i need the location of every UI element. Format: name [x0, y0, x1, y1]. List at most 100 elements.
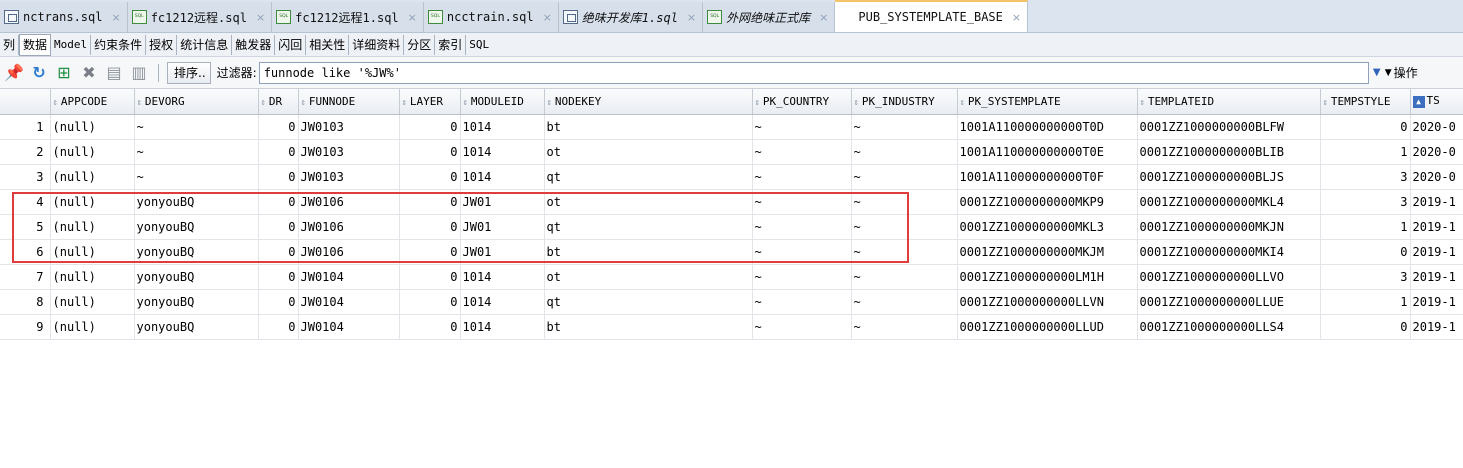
table-cell[interactable]: 0	[399, 189, 461, 215]
table-cell[interactable]: (null)	[50, 139, 135, 165]
table-row[interactable]: 5 (null) yonyouBQ 0 JW0106 0 JW01 qt ~ ~0001ZZ100…	[0, 214, 1463, 240]
table-cell[interactable]: yonyouBQ	[134, 239, 259, 265]
editor-tab[interactable]: PUB_SYSTEMPLATE_BASE ×	[835, 0, 1029, 32]
table-cell[interactable]: ~	[752, 214, 852, 240]
editor-tab[interactable]: fc1212远程1.sql ×	[272, 2, 424, 32]
column-header[interactable]: ⇕ APPCODE	[50, 89, 135, 115]
subtab[interactable]: SQL	[466, 35, 492, 55]
table-cell[interactable]: JW0104	[298, 314, 400, 340]
table-cell[interactable]: 0001ZZ1000000000BLFW	[1137, 114, 1321, 140]
sort-toggle-icon[interactable]: ⇕	[463, 98, 468, 108]
table-cell[interactable]: ~	[851, 139, 958, 165]
column-header[interactable]: ⇕ DEVORG	[134, 89, 259, 115]
table-cell[interactable]: qt	[544, 289, 753, 315]
column-header[interactable]: ⇕ PK_COUNTRY	[752, 89, 852, 115]
table-cell[interactable]: ~	[752, 314, 852, 340]
table-cell[interactable]: JW0103	[298, 114, 400, 140]
subtab[interactable]: 分区	[404, 34, 436, 55]
table-cell[interactable]: 0	[399, 214, 461, 240]
table-cell[interactable]: ~	[851, 289, 958, 315]
table-cell[interactable]: ot	[544, 189, 753, 215]
table-cell[interactable]: 2019-1	[1410, 289, 1463, 315]
table-cell[interactable]: 1014	[460, 314, 545, 340]
table-cell[interactable]: ~	[752, 189, 852, 215]
table-cell[interactable]: ~	[134, 164, 259, 190]
table-cell[interactable]: 0001ZZ1000000000MKI4	[1137, 239, 1321, 265]
table-cell[interactable]: 1001A110000000000T0F	[957, 164, 1138, 190]
table-cell[interactable]: JW0103	[298, 139, 400, 165]
sort-toggle-icon[interactable]: ⇕	[755, 98, 760, 108]
table-cell[interactable]: 0	[258, 214, 299, 240]
sort-toggle-icon[interactable]: ⇕	[854, 98, 859, 108]
table-cell[interactable]: 0001ZZ1000000000MKJM	[957, 239, 1138, 265]
table-row[interactable]: 9 (null) yonyouBQ 0 JW0104 0 1014 bt ~ ~0001ZZ100…	[0, 314, 1463, 340]
table-cell[interactable]: yonyouBQ	[134, 189, 259, 215]
table-cell[interactable]: 0	[258, 139, 299, 165]
commit-icon[interactable]: ▤	[103, 62, 125, 84]
table-cell[interactable]: ~	[752, 139, 852, 165]
table-cell[interactable]: (null)	[50, 164, 135, 190]
table-cell[interactable]: ~	[752, 289, 852, 315]
table-cell[interactable]: 1001A110000000000T0D	[957, 114, 1138, 140]
table-cell[interactable]: 1014	[460, 264, 545, 290]
table-cell[interactable]: 1014	[460, 164, 545, 190]
table-cell[interactable]: (null)	[50, 314, 135, 340]
table-cell[interactable]: ~	[851, 239, 958, 265]
table-cell[interactable]: ~	[851, 164, 958, 190]
table-cell[interactable]: 0001ZZ1000000000BLIB	[1137, 139, 1321, 165]
table-cell[interactable]: ~	[134, 114, 259, 140]
table-cell[interactable]: 0	[258, 114, 299, 140]
column-header[interactable]: ⇕ LAYER	[399, 89, 461, 115]
close-icon[interactable]: ×	[256, 11, 265, 24]
table-cell[interactable]: yonyouBQ	[134, 314, 259, 340]
table-row[interactable]: 8 (null) yonyouBQ 0 JW0104 0 1014 qt ~ ~0001ZZ100…	[0, 289, 1463, 315]
table-cell[interactable]: ~	[851, 314, 958, 340]
column-header[interactable]: ⇕ TEMPSTYLE	[1320, 89, 1411, 115]
column-header[interactable]: ⇕ NODEKEY	[544, 89, 753, 115]
table-cell[interactable]: 0	[258, 239, 299, 265]
table-cell[interactable]: 0001ZZ1000000000BLJS	[1137, 164, 1321, 190]
subtab[interactable]: 相关性	[306, 34, 350, 55]
close-icon[interactable]: ×	[543, 11, 552, 24]
table-cell[interactable]: 0	[258, 164, 299, 190]
table-cell[interactable]: 0	[258, 189, 299, 215]
table-cell[interactable]: 0	[1320, 314, 1411, 340]
table-cell[interactable]: ot	[544, 139, 753, 165]
table-cell[interactable]: JW01	[460, 214, 545, 240]
table-cell[interactable]: 1014	[460, 114, 545, 140]
subtab[interactable]: 数据	[19, 33, 52, 56]
sort-toggle-icon[interactable]: ⇕	[1140, 98, 1145, 108]
table-cell[interactable]: 1014	[460, 289, 545, 315]
table-cell[interactable]: (null)	[50, 114, 135, 140]
table-cell[interactable]: 3	[1320, 189, 1411, 215]
table-cell[interactable]: 1014	[460, 139, 545, 165]
table-cell[interactable]: 2019-1	[1410, 239, 1463, 265]
table-cell[interactable]: ~	[752, 164, 852, 190]
table-cell[interactable]: JW0104	[298, 264, 400, 290]
sort-toggle-icon[interactable]: ⇕	[547, 98, 552, 108]
editor-tab[interactable]: nctrans.sql ×	[0, 2, 128, 32]
table-cell[interactable]: 3	[1320, 264, 1411, 290]
table-cell[interactable]: 1	[1320, 289, 1411, 315]
table-cell[interactable]: 0	[258, 264, 299, 290]
table-cell[interactable]: (null)	[50, 214, 135, 240]
editor-tab[interactable]: ncctrain.sql ×	[423, 2, 559, 32]
sort-toggle-icon[interactable]: ⇕	[402, 98, 407, 108]
table-cell[interactable]: bt	[544, 114, 753, 140]
subtab[interactable]: 详细资料	[349, 34, 405, 55]
table-cell[interactable]: JW0103	[298, 164, 400, 190]
table-cell[interactable]: ~	[851, 214, 958, 240]
table-cell[interactable]: 2020-0	[1410, 164, 1463, 190]
table-cell[interactable]: 0	[399, 139, 461, 165]
table-cell[interactable]: 0001ZZ1000000000MKP9	[957, 189, 1138, 215]
table-cell[interactable]: 0001ZZ1000000000LM1H	[957, 264, 1138, 290]
table-cell[interactable]: 2019-1	[1410, 314, 1463, 340]
table-cell[interactable]: 2020-0	[1410, 139, 1463, 165]
table-cell[interactable]: (null)	[50, 189, 135, 215]
sort-toggle-icon[interactable]: ⇕	[1323, 98, 1328, 108]
table-cell[interactable]: yonyouBQ	[134, 264, 259, 290]
table-cell[interactable]: ~	[851, 189, 958, 215]
table-cell[interactable]: ~	[134, 139, 259, 165]
table-cell[interactable]: 0	[399, 314, 461, 340]
pin-icon[interactable]: 📌	[3, 62, 25, 84]
